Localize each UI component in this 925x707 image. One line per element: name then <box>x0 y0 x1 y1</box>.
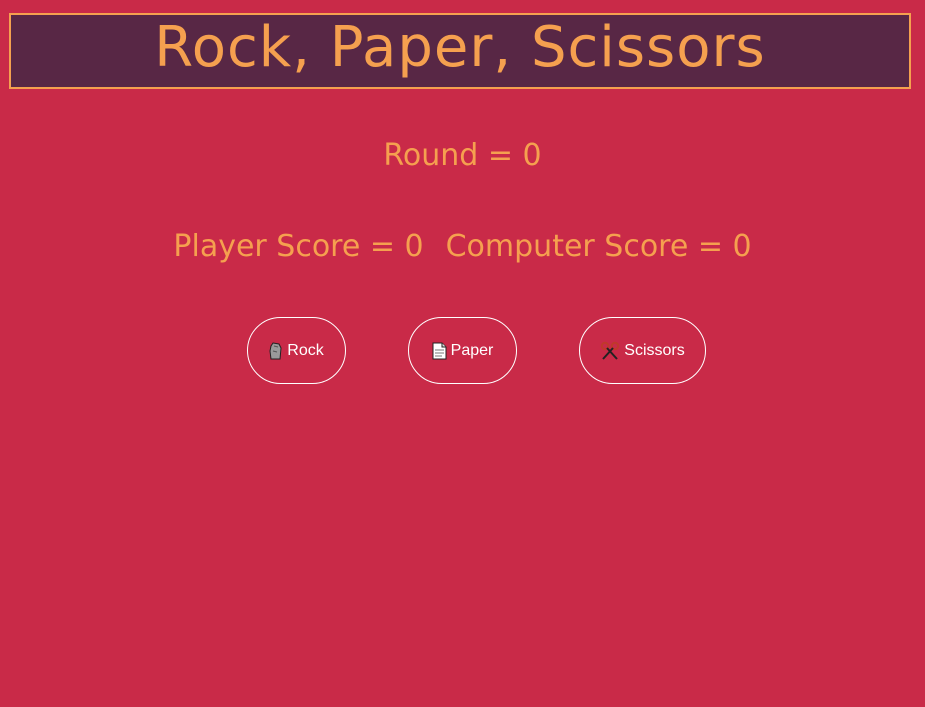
score-line: Player Score = 0 Computer Score = 0 <box>0 229 925 264</box>
paper-button[interactable]: Paper <box>408 317 517 384</box>
scissors-icon <box>600 341 620 361</box>
player-score: Player Score = 0 <box>173 229 424 264</box>
rock-icon <box>269 341 283 360</box>
round-counter: Round = 0 <box>383 138 542 173</box>
scissors-button[interactable]: Scissors <box>579 317 706 384</box>
computer-score: Computer Score = 0 <box>445 229 752 264</box>
scissors-button-label: Scissors <box>624 341 685 359</box>
rock-button-label: Rock <box>287 341 324 359</box>
page-title: Rock, Paper, Scissors <box>154 15 766 80</box>
title-banner: Rock, Paper, Scissors <box>9 13 911 89</box>
paper-icon <box>432 342 447 360</box>
paper-button-label: Paper <box>450 341 494 359</box>
rock-button[interactable]: Rock <box>247 317 346 384</box>
